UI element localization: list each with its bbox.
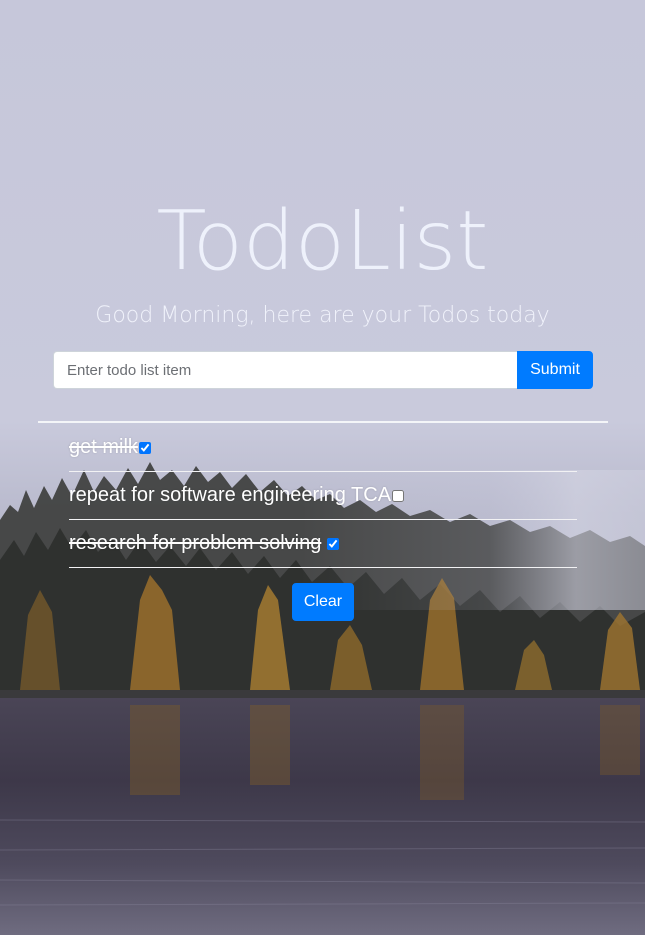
todo-text: get milk (69, 436, 138, 458)
divider (38, 421, 608, 423)
submit-button[interactable]: Submit (517, 351, 593, 389)
todo-checkbox[interactable] (392, 489, 405, 502)
page-title: TodoList (156, 194, 489, 289)
app-container: TodoList Good Morning, here are your Tod… (0, 0, 645, 935)
todo-checkbox[interactable] (138, 441, 151, 454)
greeting-subtitle: Good Morning, here are your Todos today (95, 303, 550, 328)
todo-checkbox[interactable] (327, 537, 340, 550)
todo-text: repeat for software engineering TCA (69, 484, 392, 506)
todo-item-research-problem-solving: research for problem solving (69, 520, 577, 568)
todo-list: get milk repeat for software engineering… (69, 424, 577, 568)
todo-text: research for problem solving (69, 532, 322, 554)
add-todo-form: Submit (53, 351, 593, 389)
todo-input[interactable] (53, 351, 517, 389)
clear-button[interactable]: Clear (292, 583, 354, 621)
todo-item-repeat-software-engineering: repeat for software engineering TCA (69, 472, 577, 520)
todo-item-get-milk: get milk (69, 424, 577, 472)
